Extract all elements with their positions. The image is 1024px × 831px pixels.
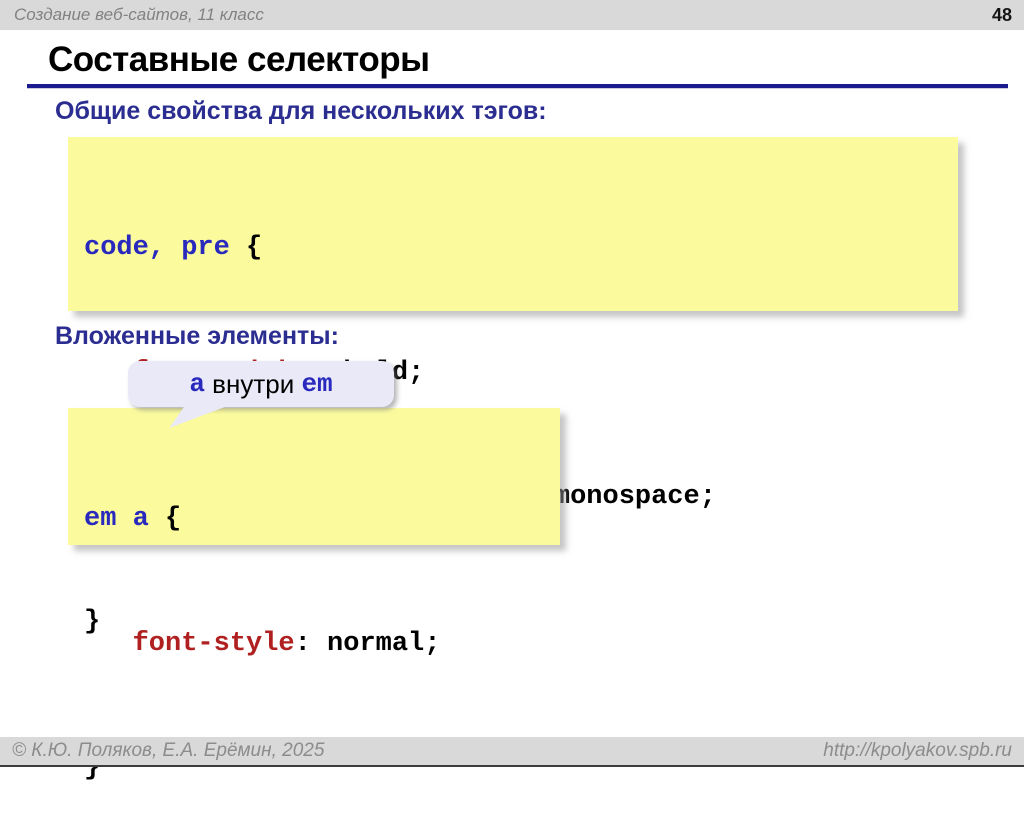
site-url: http://kpolyakov.spb.ru (823, 740, 1012, 762)
copyright-label: © К.Ю. Поляков, Е.А. Ерёмин, 2025 (12, 740, 823, 762)
page-number: 48 (992, 5, 1012, 26)
css-selector: code, pre (84, 233, 230, 263)
course-label: Создание веб-сайтов, 11 класс (14, 5, 992, 25)
section1-heading: Общие свойства для нескольких тэгов: (55, 97, 547, 126)
indent (84, 629, 133, 659)
code-line: em a { (84, 499, 560, 541)
callout-tag-em: em (301, 369, 332, 399)
code-box-nested-selectors: em a { font-style: normal; } (68, 408, 560, 545)
open-brace: { (230, 233, 262, 263)
slide-title: Составные селекторы (48, 40, 430, 80)
footer-bar: © К.Ю. Поляков, Е.А. Ерёмин, 2025 http:/… (0, 737, 1024, 767)
callout-text: внутри (205, 369, 302, 400)
css-selector: em a (84, 504, 149, 534)
open-brace: { (149, 504, 181, 534)
callout-bubble: a внутри em (128, 361, 394, 407)
css-value: : normal; (295, 629, 441, 659)
section2-heading: Вложенные элементы: (55, 322, 339, 351)
code-line: code, pre { (84, 228, 958, 270)
callout-tag-a: a (189, 369, 205, 399)
code-line: font-style: normal; (84, 624, 560, 666)
css-property: font-style (133, 629, 295, 659)
header-bar: Создание веб-сайтов, 11 класс 48 (0, 0, 1024, 30)
code-box-grouped-selectors: code, pre { font-weight: bold; font-fami… (68, 137, 958, 311)
title-underline (27, 84, 1008, 89)
indent (84, 358, 133, 388)
